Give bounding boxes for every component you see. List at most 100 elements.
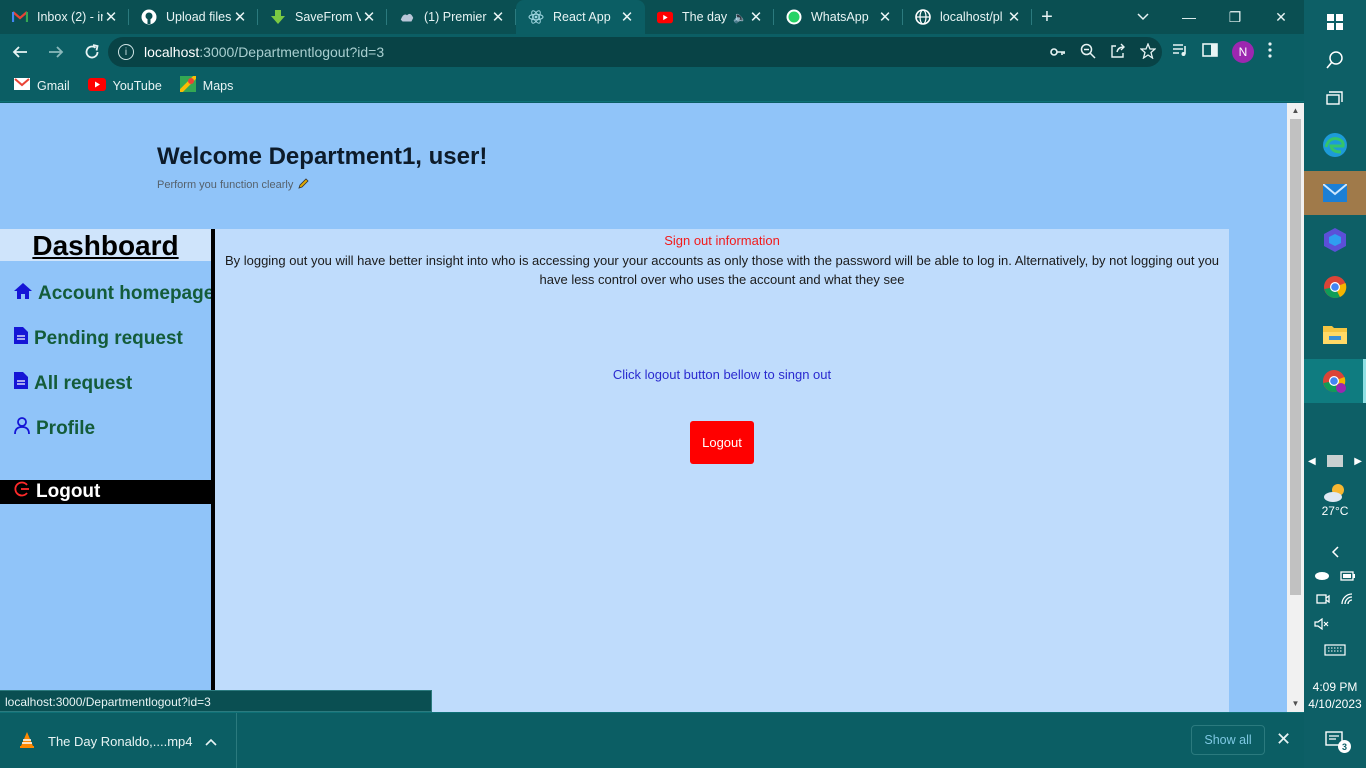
media-queue-icon[interactable] [1172,43,1188,62]
wifi-icon[interactable] [1340,592,1354,611]
tab-title: React App [553,10,611,24]
tab-premier[interactable]: (1) Premier L ✕ [387,0,516,34]
pencil-icon [297,177,310,193]
sidebar-heading: Dashboard [0,229,211,261]
tab-gmail[interactable]: Inbox (2) - ir ✕ [0,0,129,34]
close-tab-icon[interactable]: ✕ [103,8,119,26]
chevron-right-icon[interactable]: ▶ [1354,456,1362,467]
sidebar-item-account-homepage[interactable]: Account homepage [14,283,214,305]
notification-count-badge: 3 [1338,740,1351,753]
close-tab-icon[interactable]: ✕ [1006,8,1022,26]
new-tab-button[interactable]: + [1032,6,1062,29]
tab-localhost-pl[interactable]: localhost/pl ✕ [903,0,1032,34]
file-explorer-icon[interactable] [1304,312,1366,356]
youtube-icon [87,77,106,94]
search-icon[interactable] [1304,38,1366,82]
signout-panel: Sign out information By logging out you … [215,229,1229,712]
sidebar-item-label: Profile [36,417,96,439]
tab-title: The day [682,10,728,24]
maps-icon [178,74,198,95]
tab-github[interactable]: Upload files ✕ [129,0,258,34]
bookmark-star-icon[interactable] [1139,41,1157,62]
close-tab-icon[interactable]: ✕ [361,8,377,26]
notifications-icon[interactable]: 3 [1304,718,1366,762]
bookmark-youtube[interactable]: YouTube [87,77,162,94]
logout-button[interactable]: Logout [690,421,754,464]
task-view-icon[interactable] [1304,77,1366,121]
bookmarks-bar: Gmail YouTube Maps [0,70,1304,102]
tab-whatsapp[interactable]: WhatsApp ✕ [774,0,903,34]
sidebar-item-profile[interactable]: Profile [14,417,95,440]
bookmark-label: YouTube [112,78,162,93]
reload-icon[interactable] [76,36,108,68]
chrome-icon[interactable] [1304,265,1366,309]
tab-title: WhatsApp [811,10,869,24]
tab-youtube[interactable]: The day 🔈 ✕ [645,0,774,34]
tab-search-icon[interactable] [1128,0,1158,34]
keyboard-icon[interactable] [1304,638,1366,662]
side-panel-icon[interactable] [1202,42,1218,62]
sidebar-item-all-request[interactable]: All request [14,372,132,395]
tray-row-2 [1304,589,1366,613]
signout-title: Sign out information [664,233,780,248]
tab-title: Inbox (2) - ir [37,10,103,24]
clock-date[interactable]: 4/10/2023 [1304,697,1366,711]
battery-icon[interactable] [1340,568,1356,586]
meet-now-icon[interactable] [1316,592,1330,611]
restore-icon[interactable]: ❐ [1212,0,1258,34]
tab-react-app[interactable]: React App ✕ [516,0,645,34]
chrome-profile-icon[interactable] [1304,359,1366,403]
speaker-icon[interactable]: 🔈 [732,11,748,24]
edge-icon[interactable] [1304,123,1366,167]
office-icon[interactable] [1304,218,1366,262]
home-icon [14,283,32,305]
sidebar-item-pending-request[interactable]: Pending request [14,327,183,350]
forward-arrow-icon[interactable] [40,36,72,68]
globe-icon [915,9,931,25]
download-item[interactable]: The Day Ronaldo,....mp4 [0,713,237,768]
taskbar-scroller[interactable]: ◀ ▶ [1304,440,1366,482]
profile-avatar[interactable]: N [1232,41,1254,63]
chevron-left-icon[interactable] [1304,540,1366,564]
mail-icon[interactable] [1304,171,1366,215]
clock-time[interactable]: 4:09 PM [1304,680,1366,694]
close-tab-icon[interactable]: ✕ [232,8,248,26]
sidebar-item-logout[interactable]: Logout [0,480,211,504]
close-window-icon[interactable]: ✕ [1258,0,1304,34]
download-filename: The Day Ronaldo,....mp4 [48,733,193,749]
taskbar-scroll-thumb[interactable] [1327,455,1343,467]
bookmark-maps[interactable]: Maps [178,74,234,95]
scroll-up-icon[interactable]: ▲ [1287,104,1304,118]
vlc-cone-icon [18,731,36,752]
close-tab-icon[interactable]: ✕ [490,8,506,26]
close-tab-icon[interactable]: ✕ [748,8,764,26]
page-title: Welcome Department1, user! [157,143,488,170]
show-all-button[interactable]: Show all [1191,725,1265,755]
close-tab-icon[interactable]: ✕ [877,8,893,26]
status-url-bubble: localhost:3000/Departmentlogout?id=3 [0,690,432,712]
minimize-icon[interactable]: — [1166,0,1212,34]
chevron-left-icon[interactable]: ◀ [1308,456,1316,467]
address-bar[interactable]: i localhost:3000/Departmentlogout?id=3 [108,37,1162,67]
page-scrollbar[interactable]: ▲ ▼ [1287,103,1304,712]
chevron-up-icon[interactable] [204,734,217,749]
scroll-down-icon[interactable]: ▼ [1287,697,1304,711]
bookmark-label: Maps [202,78,234,93]
back-arrow-icon[interactable] [4,36,36,68]
download-bar: The Day Ronaldo,....mp4 Show all ✕ [0,712,1304,768]
bookmark-gmail[interactable]: Gmail [14,78,70,93]
volume-muted-icon[interactable] [1304,612,1366,636]
onedrive-icon[interactable] [1314,568,1330,586]
zoom-icon[interactable] [1080,43,1096,62]
kebab-menu-icon[interactable] [1268,41,1272,63]
share-icon[interactable] [1110,43,1126,62]
key-icon[interactable] [1050,44,1066,60]
tab-savefrom[interactable]: SaveFrom V ✕ [258,0,387,34]
window-controls: — ❐ ✕ [1166,0,1304,34]
react-icon [528,9,544,25]
gmail-icon [14,78,30,93]
scrollbar-thumb[interactable] [1290,119,1301,595]
close-tab-icon[interactable]: ✕ [619,8,635,26]
close-download-bar-icon[interactable]: ✕ [1276,729,1291,750]
site-info-icon[interactable]: i [118,44,134,60]
